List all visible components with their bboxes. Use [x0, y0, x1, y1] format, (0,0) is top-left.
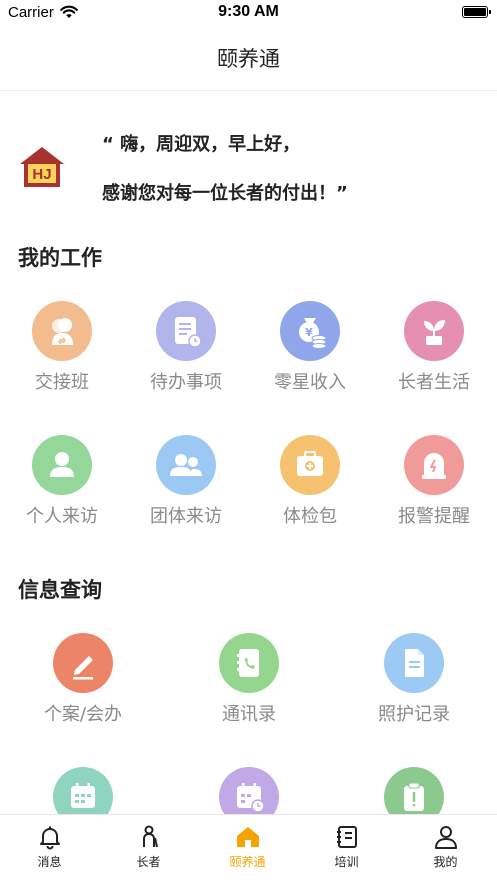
tab-training[interactable]: 培训	[297, 815, 396, 883]
section-title-work: 我的工作	[18, 246, 102, 270]
section-title-info: 信息查询	[18, 578, 102, 602]
elder-icon	[142, 825, 158, 848]
profile-icon	[434, 826, 457, 849]
home-icon	[236, 827, 259, 847]
tab-label: 我的	[433, 855, 458, 869]
grid-item-label: 通讯录	[222, 704, 276, 725]
todo-icon	[156, 301, 216, 361]
tab-elders[interactable]: 长者	[99, 815, 198, 883]
nav-bar: 颐养通	[0, 26, 497, 91]
grid-item-personal-visit[interactable]: 个人来访	[12, 435, 112, 528]
grid-item-alarm[interactable]: 报警提醒	[384, 435, 484, 528]
contacts-icon	[219, 633, 279, 693]
grid-item-label: 交接班	[35, 372, 89, 393]
grid-item-label: 照护记录	[378, 704, 450, 725]
grid-item-label: 报警提醒	[398, 506, 470, 527]
clock: 9:30 AM	[218, 3, 279, 20]
document-icon	[384, 633, 444, 693]
medical-kit-icon	[280, 435, 340, 495]
grid-item-todo[interactable]: 待办事项	[136, 301, 236, 394]
grid-item-label: 零星收入	[274, 372, 346, 393]
grid-item-label: 待办事项	[150, 372, 222, 393]
grid-item-care-record[interactable]: 照护记录	[359, 633, 469, 726]
notebook-icon	[336, 826, 357, 848]
logo-text: HJ	[32, 166, 51, 183]
grid-item-contacts[interactable]: 通讯录	[194, 633, 304, 726]
grid-item-label: 体检包	[283, 506, 337, 527]
grid-item-label: 长者生活	[398, 372, 470, 393]
greeting-card: HJ “ 嗨，周迎双，早上好， 感谢您对每一位长者的付出！”	[0, 110, 497, 220]
grid-item-medical-kit[interactable]: 体检包	[260, 435, 360, 528]
handover-icon	[32, 301, 92, 361]
grid-item-label: 团体来访	[150, 506, 222, 527]
grid-item-label: 个人来访	[26, 506, 98, 527]
plant-icon	[404, 301, 464, 361]
group-icon	[156, 435, 216, 495]
alarm-icon	[404, 435, 464, 495]
greeting-line-2: 感谢您对每一位长者的付出！”	[102, 183, 348, 204]
bell-icon	[39, 826, 60, 850]
money-bag-icon: ¥	[280, 301, 340, 361]
grid-item-income[interactable]: ¥ 零星收入	[260, 301, 360, 394]
page-title: 颐养通	[217, 47, 280, 71]
grid-item-case[interactable]: 个案/会办	[28, 633, 138, 726]
person-icon	[32, 435, 92, 495]
tab-label: 培训	[334, 855, 359, 869]
app-screen: Carrier 9:30 AM 颐养通 HJ “ 嗨，周迎双，早上好， 感谢您对…	[0, 0, 497, 883]
grid-item-handover[interactable]: 交接班	[12, 301, 112, 394]
tab-messages[interactable]: 消息	[0, 815, 99, 883]
grid-item-group-visit[interactable]: 团体来访	[136, 435, 236, 528]
tab-bar: 消息 长者 颐养通 培训 我的	[0, 814, 497, 883]
logo: HJ	[19, 146, 65, 188]
status-bar: Carrier 9:30 AM	[0, 0, 497, 26]
greeting-line-1: “ 嗨，周迎双，早上好，	[102, 134, 301, 155]
tab-label: 长者	[136, 855, 161, 869]
grid-item-label: 个案/会办	[43, 704, 123, 725]
battery-icon	[462, 6, 491, 18]
tab-label: 颐养通	[229, 855, 266, 869]
tab-home[interactable]: 颐养通	[198, 815, 297, 883]
grid-item-elder-life[interactable]: 长者生活	[384, 301, 484, 394]
tab-mine[interactable]: 我的	[396, 815, 495, 883]
edit-icon	[53, 633, 113, 693]
tab-label: 消息	[37, 855, 62, 869]
